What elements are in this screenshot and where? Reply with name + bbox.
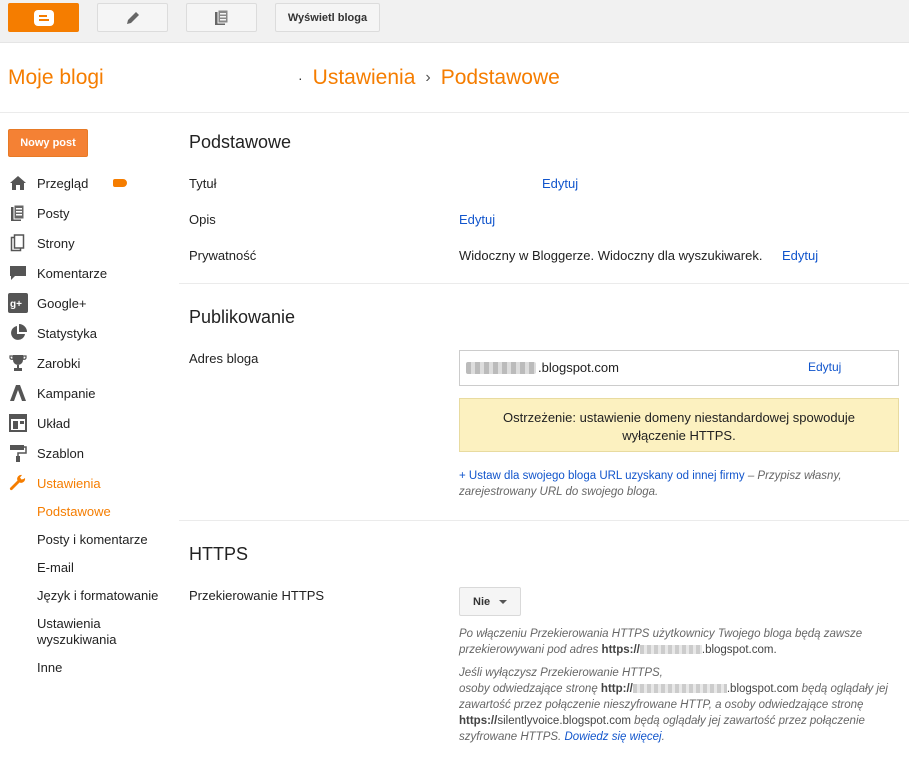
chevron-down-icon: [499, 599, 508, 604]
layout-icon: [8, 413, 28, 433]
settings-sub-search[interactable]: Ustawienia wyszukiwania: [37, 616, 147, 648]
privacy-edit-link[interactable]: Edytuj: [782, 248, 818, 263]
sidebar-item-posts[interactable]: Posty: [8, 198, 178, 228]
note-text: .: [661, 731, 665, 743]
pages-icon: [8, 233, 28, 253]
sidebar-item-template[interactable]: Szablon: [8, 438, 178, 468]
sidebar-item-pages[interactable]: Strony: [8, 228, 178, 258]
google-plus-icon: g+: [8, 293, 28, 313]
breadcrumb-separator: ›: [425, 69, 431, 86]
custom-domain-info: + Ustaw dla swojego bloga URL uzyskany o…: [459, 468, 899, 500]
privacy-value: Widoczny w Bloggerze. Widoczny dla wyszu…: [459, 248, 763, 263]
description-edit-link[interactable]: Edytuj: [459, 212, 495, 227]
view-blog-button[interactable]: Wyświetl bloga: [275, 3, 380, 32]
note-http-prefix: http://: [600, 683, 633, 695]
top-toolbar: Wyświetl bloga: [0, 0, 909, 43]
blogger-icon: [33, 9, 54, 26]
https-disable-note: Jeśli wyłączysz Przekierowanie HTTPS, os…: [459, 665, 904, 745]
posts-icon: [8, 203, 28, 223]
svg-text:g+: g+: [10, 299, 22, 310]
sidebar-item-label: Ustawienia: [37, 475, 101, 491]
home-icon: [8, 173, 28, 193]
pencil-icon: [126, 11, 139, 24]
documents-icon: [214, 9, 228, 25]
blurred-subdomain: [639, 645, 702, 655]
sidebar-item-campaigns[interactable]: Kampanie: [8, 378, 178, 408]
blog-address-label: Adres bloga: [189, 351, 259, 366]
note-https-prefix: https://: [601, 644, 640, 656]
sidebar-item-label: Zarobki: [37, 355, 81, 371]
https-warning-box: Ostrzeżenie: ustawienie domeny niestanda…: [459, 398, 899, 452]
sidebar-item-google-plus[interactable]: g+ Google+: [8, 288, 178, 318]
title-edit-link[interactable]: Edytuj: [542, 176, 578, 191]
sidebar-item-overview[interactable]: Przegląd: [8, 168, 178, 198]
sidebar-item-label: Posty: [37, 205, 70, 221]
divider: [179, 283, 909, 284]
section-title-https: HTTPS: [189, 544, 249, 564]
blurred-subdomain: [632, 684, 727, 694]
settings-sub-other[interactable]: Inne: [37, 660, 177, 676]
note-domain: .blogspot.com.: [701, 644, 777, 656]
trophy-icon: [8, 353, 28, 373]
title-label: Tytuł: [189, 176, 217, 191]
sidebar-item-settings[interactable]: Ustawienia: [8, 468, 178, 498]
breadcrumb-settings[interactable]: Ustawienia: [313, 66, 416, 90]
https-redirect-dropdown[interactable]: Nie: [459, 587, 521, 616]
divider: [179, 520, 909, 521]
sidebar-item-label: Statystyka: [37, 325, 97, 341]
sidebar-item-label: Komentarze: [37, 265, 108, 281]
megaphone-icon[interactable]: [113, 179, 127, 187]
note-text: osoby odwiedzające stronę: [459, 683, 601, 695]
sidebar-item-label: Szablon: [37, 445, 84, 461]
sidebar-item-comments[interactable]: Komentarze: [8, 258, 178, 288]
settings-sub-email[interactable]: E-mail: [37, 560, 177, 576]
posts-list-button[interactable]: [186, 3, 257, 32]
breadcrumb-basic: Podstawowe: [440, 66, 560, 89]
sidebar-item-label: Strony: [37, 235, 75, 251]
settings-sub-basic[interactable]: Podstawowe: [37, 504, 177, 520]
new-post-pencil-button[interactable]: [97, 3, 168, 32]
breadcrumb: · Ustawienia › Podstawowe: [298, 66, 560, 90]
https-warning-text: Ostrzeżenie: ustawienie domeny niestanda…: [503, 410, 855, 443]
sidebar-item-stats[interactable]: Statystyka: [8, 318, 178, 348]
new-post-button[interactable]: Nowy post: [8, 129, 88, 157]
sidebar-nav: Przegląd Posty Strony Komentarze g+ Goog…: [8, 168, 178, 498]
page-header: Moje blogi · Ustawienia › Podstawowe: [0, 44, 909, 113]
sidebar-item-label: Układ: [37, 415, 71, 431]
blogger-logo-button[interactable]: [8, 3, 79, 32]
custom-domain-link[interactable]: + Ustaw dla swojego bloga URL uzyskany o…: [459, 470, 745, 482]
note-domain: silentlyvoice.blogspot.com: [497, 715, 631, 727]
description-label: Opis: [189, 212, 216, 227]
pie-chart-icon: [8, 323, 28, 343]
settings-sub-language[interactable]: Język i formatowanie: [37, 588, 177, 604]
breadcrumb-blog-dot[interactable]: ·: [298, 70, 303, 86]
paint-roller-icon: [8, 443, 28, 463]
note-text: Jeśli wyłączysz Przekierowanie HTTPS,: [459, 667, 663, 679]
adwords-icon: [8, 383, 28, 403]
privacy-label: Prywatność: [189, 248, 257, 263]
sidebar-item-label: Google+: [37, 295, 87, 311]
comment-icon: [8, 263, 28, 283]
note-domain: .blogspot.com: [726, 683, 799, 695]
sidebar-item-label: Kampanie: [37, 385, 96, 401]
https-redirect-value: Nie: [473, 595, 491, 608]
https-redirect-label: Przekierowanie HTTPS: [189, 588, 325, 603]
learn-more-link[interactable]: Dowiedz się więcej: [564, 731, 661, 743]
sidebar-item-label: Przegląd: [37, 175, 89, 191]
section-title-publishing: Publikowanie: [189, 307, 296, 327]
blog-address-edit-link[interactable]: Edytuj: [808, 360, 841, 374]
my-blogs-link[interactable]: Moje blogi: [8, 66, 104, 90]
settings-sub-posts-comments[interactable]: Posty i komentarze: [37, 532, 177, 548]
sidebar-item-earnings[interactable]: Zarobki: [8, 348, 178, 378]
https-redirect-note: Po włączeniu Przekierowania HTTPS użytko…: [459, 626, 904, 658]
blog-address-box: .blogspot.com Edytuj: [459, 350, 899, 386]
sidebar-item-layout[interactable]: Układ: [8, 408, 178, 438]
section-title-basic: Podstawowe: [189, 132, 292, 152]
blog-address-suffix: .blogspot.com: [538, 360, 619, 375]
wrench-icon: [8, 473, 28, 493]
note-https-prefix: https://: [459, 715, 498, 727]
blurred-subdomain: [466, 362, 536, 374]
